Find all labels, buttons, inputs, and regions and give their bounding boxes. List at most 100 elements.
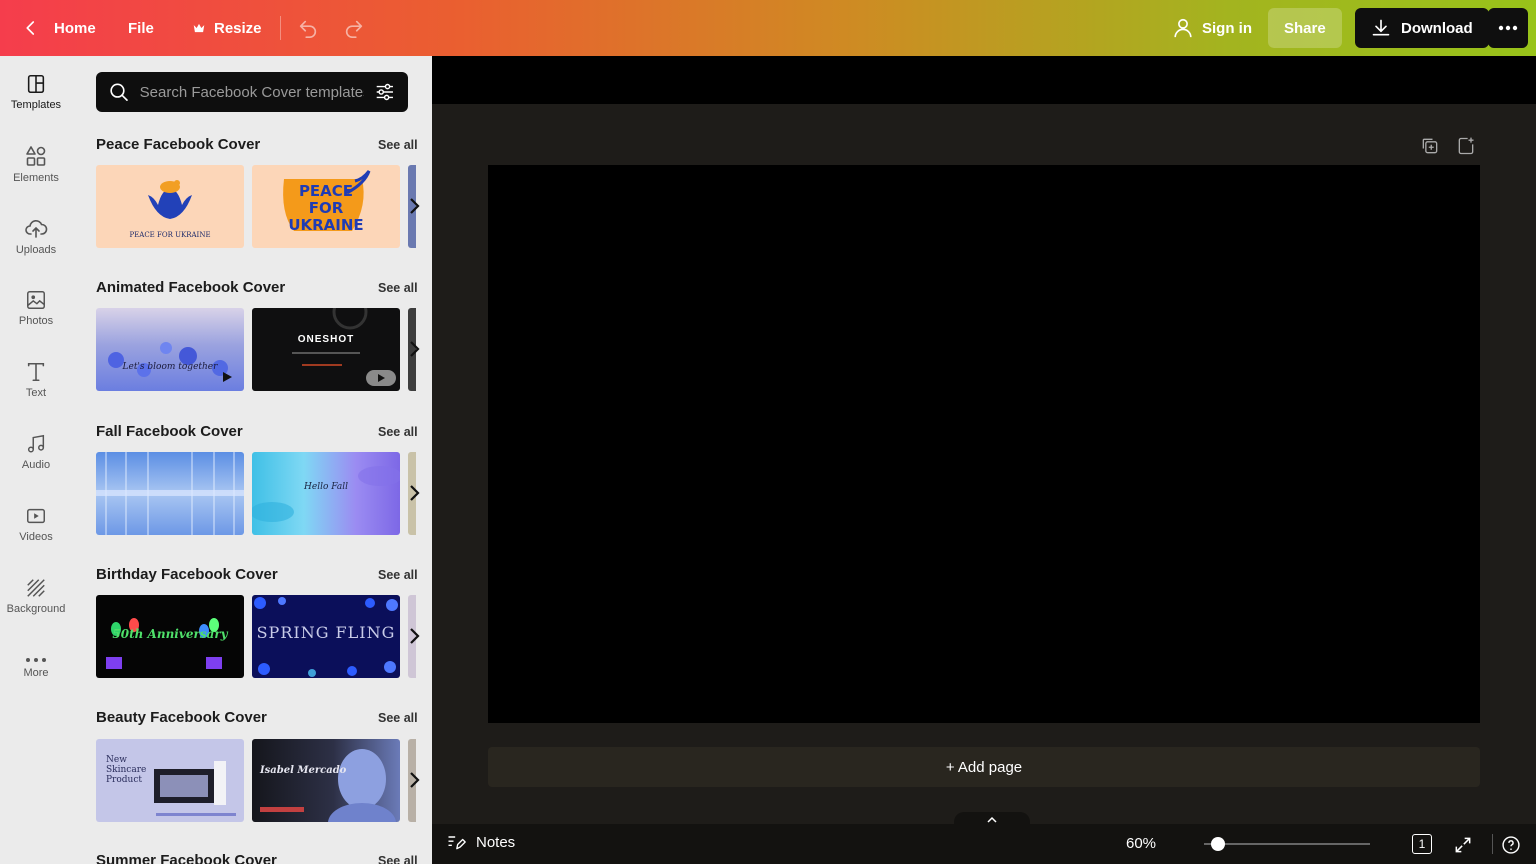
chevron-right-icon <box>410 628 420 644</box>
thumb-caption: 50th Anniversary <box>112 627 228 641</box>
add-page-icon[interactable] <box>1456 136 1476 156</box>
chevron-right-icon <box>410 341 420 357</box>
carousel-next-button[interactable] <box>404 339 424 359</box>
more-dots-icon <box>1498 25 1518 31</box>
add-page-button[interactable]: + Add page <box>488 747 1480 787</box>
search-bar[interactable] <box>96 72 408 112</box>
toolbar-divider <box>280 16 281 40</box>
templates-panel: Peace Facebook Cover See all PEACE FOR U… <box>72 56 432 864</box>
template-thumb[interactable]: Isabel Mercado <box>252 739 400 822</box>
video-icon <box>27 508 45 524</box>
download-icon <box>1372 19 1390 36</box>
templates-icon <box>27 74 45 94</box>
chevron-up-icon <box>987 816 997 823</box>
download-button[interactable]: Download <box>1355 8 1489 48</box>
rail-label: Elements <box>13 172 59 184</box>
rail-label: Text <box>25 387 47 399</box>
see-all-summer[interactable]: See all <box>378 854 418 864</box>
chevron-right-icon <box>410 198 420 214</box>
sign-in-button[interactable]: Sign in <box>1160 8 1264 48</box>
expand-icon <box>1455 837 1471 853</box>
thumb-caption: Isabel Mercado <box>260 765 347 776</box>
zoom-slider-handle[interactable] <box>1211 837 1225 851</box>
rail-item-elements[interactable]: Elements <box>0 128 72 200</box>
see-all-peace[interactable]: See all <box>378 138 418 152</box>
rail-label: Videos <box>19 531 53 543</box>
template-thumb[interactable]: PEACE FOR UKRAINE <box>252 165 400 248</box>
rail-item-audio[interactable]: Audio <box>0 416 72 488</box>
rail-item-more[interactable]: More <box>0 632 72 704</box>
zoom-slider-track[interactable] <box>1204 843 1370 845</box>
template-thumb[interactable]: PEACE FOR UKRAINE <box>96 165 244 248</box>
see-all-birthday[interactable]: See all <box>378 568 418 582</box>
chevron-right-icon <box>410 772 420 788</box>
carousel-next-button[interactable] <box>404 483 424 503</box>
elements-icon <box>26 146 46 166</box>
user-icon <box>1174 18 1192 38</box>
side-rail: Templates Elements Uploads Photos Text A… <box>0 56 72 864</box>
rail-item-uploads[interactable]: Uploads <box>0 200 72 272</box>
play-icon <box>223 372 232 382</box>
undo-button[interactable] <box>292 12 324 44</box>
background-pattern-icon <box>27 579 45 597</box>
carousel-next-button[interactable] <box>404 196 424 216</box>
leaves-illustration <box>252 466 400 522</box>
notes-button[interactable]: Notes <box>446 832 515 852</box>
section-title-birthday: Birthday Facebook Cover <box>96 566 278 583</box>
rail-item-videos[interactable]: Videos <box>0 488 72 560</box>
forest-reflection-illustration <box>96 452 244 535</box>
see-all-animated[interactable]: See all <box>378 281 418 295</box>
template-thumb[interactable]: SPRING FLING <box>252 595 400 678</box>
carousel-next-button[interactable] <box>404 770 424 790</box>
template-thumb[interactable]: Let's bloom together <box>96 308 244 391</box>
template-thumb[interactable]: Hello Fall <box>252 452 400 535</box>
rail-label: Photos <box>18 315 54 327</box>
page-actions <box>1420 136 1476 156</box>
sign-in-label: Sign in <box>1202 19 1252 37</box>
help-button[interactable] <box>1500 834 1522 856</box>
thumb-caption: ONESHOT <box>297 334 355 345</box>
more-dots-icon <box>26 658 46 662</box>
filter-sliders-icon[interactable] <box>374 81 396 103</box>
upload-cloud-icon <box>25 220 48 238</box>
section-title-summer: Summer Facebook Cover <box>96 852 277 864</box>
rail-label: Background <box>6 603 66 615</box>
zoom-level[interactable]: 60% <box>1126 835 1156 852</box>
see-all-fall[interactable]: See all <box>378 425 418 439</box>
home-button[interactable]: Home <box>10 8 108 48</box>
page-count[interactable]: 1 <box>1412 834 1432 854</box>
search-input[interactable] <box>139 83 365 101</box>
template-thumb[interactable]: 50th Anniversary <box>96 595 244 678</box>
context-toolbar <box>432 56 1536 104</box>
rail-item-photos[interactable]: Photos <box>0 272 72 344</box>
thumb-caption: New Skincare Product <box>106 755 147 785</box>
fullscreen-button[interactable] <box>1452 834 1474 856</box>
template-thumb[interactable]: ONESHOT <box>252 308 400 391</box>
more-options-button[interactable] <box>1488 8 1528 48</box>
see-all-beauty[interactable]: See all <box>378 711 418 725</box>
share-button[interactable]: Share <box>1268 8 1342 48</box>
chevron-left-icon <box>26 21 35 35</box>
thumb-caption: PEACE FOR UKRAINE <box>288 182 364 234</box>
template-thumb[interactable]: New Skincare Product <box>96 739 244 822</box>
resize-button[interactable]: Resize <box>180 8 274 48</box>
image-icon <box>27 291 45 309</box>
crown-icon <box>193 23 205 33</box>
notes-label: Notes <box>476 833 516 851</box>
carousel-next-button[interactable] <box>404 626 424 646</box>
bottom-bar: Notes 60% 1 <box>432 824 1536 864</box>
redo-button[interactable] <box>338 12 370 44</box>
search-icon <box>110 83 128 101</box>
template-thumb[interactable] <box>96 452 244 535</box>
play-icon <box>378 374 385 382</box>
duplicate-page-icon[interactable] <box>1420 136 1440 156</box>
rail-item-text[interactable]: Text <box>0 344 72 416</box>
rail-label: Audio <box>21 459 51 471</box>
rail-item-templates[interactable]: Templates <box>0 56 72 128</box>
share-label: Share <box>1284 19 1326 37</box>
thumb-caption: Hello Fall <box>304 482 348 492</box>
file-menu-button[interactable]: File <box>116 8 166 48</box>
rail-label: Uploads <box>15 244 57 256</box>
design-canvas[interactable] <box>488 165 1480 723</box>
rail-item-background[interactable]: Background <box>0 560 72 632</box>
